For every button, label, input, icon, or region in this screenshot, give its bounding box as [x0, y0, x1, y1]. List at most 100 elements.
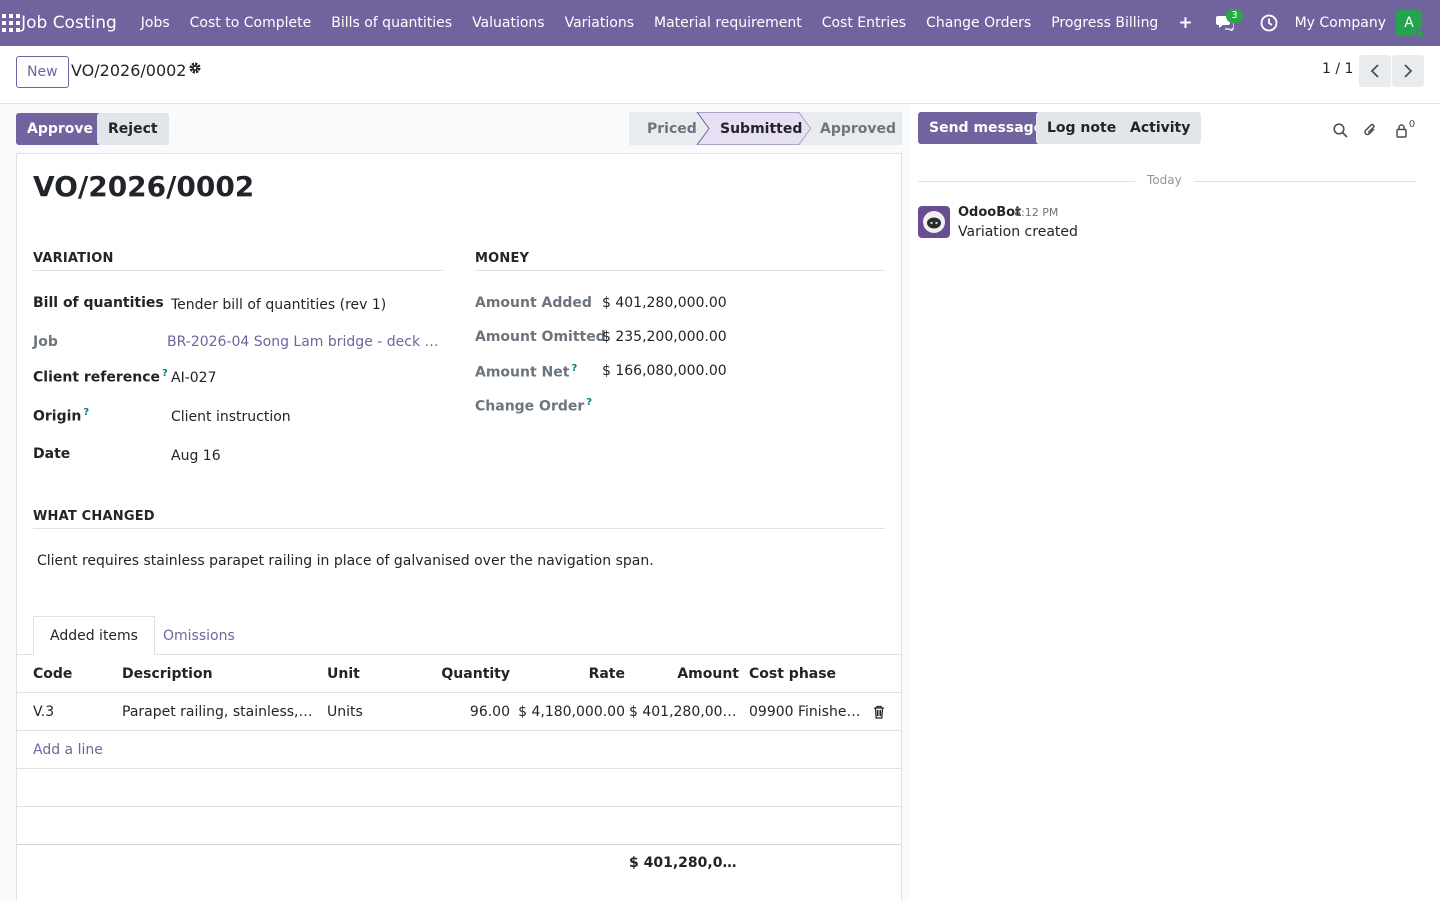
paperclip-icon[interactable] [1360, 120, 1380, 140]
menu-bills-of-quantities[interactable]: Bills of quantities [321, 15, 462, 31]
amount-net-label-text: Amount Net [475, 364, 570, 381]
money-section-header: MONEY [475, 251, 885, 271]
table-header-row: Code Description Unit Quantity Rate Amou… [17, 655, 901, 693]
help-icon[interactable]: ? [83, 407, 89, 418]
menu-progress-billing[interactable]: Progress Billing [1041, 15, 1168, 31]
company-switcher[interactable]: My Company [1291, 15, 1396, 31]
approve-button[interactable]: Approve [16, 113, 105, 145]
origin-field[interactable]: Client instruction [171, 409, 291, 425]
date-separator-label: Today [1135, 173, 1194, 187]
message-time: 8:12 PM [1014, 206, 1059, 219]
app-menu-icon[interactable] [0, 0, 21, 46]
tab-omissions[interactable]: Omissions [147, 616, 251, 655]
menu-material-requirement[interactable]: Material requirement [644, 15, 812, 31]
date-field[interactable]: Aug 16 [171, 448, 221, 464]
amount-added-value: $ 401,280,000.00 [602, 295, 727, 311]
client-reference-label-text: Client reference [33, 369, 161, 386]
help-icon[interactable]: ? [162, 368, 168, 379]
avatar-letter: A [1404, 15, 1414, 31]
variation-section-header: VARIATION [33, 251, 443, 271]
pager-value[interactable]: 1 / 1 [1322, 61, 1353, 77]
messaging-icon[interactable]: 3 [1203, 0, 1247, 46]
column-header-code[interactable]: Code [33, 655, 113, 692]
empty-row [17, 807, 901, 845]
form-sheet: VO/2026/0002 VARIATION MONEY Bill of qua… [16, 153, 902, 900]
client-reference-field[interactable]: AI-027 [171, 370, 216, 386]
stage-submitted[interactable]: Submitted [720, 112, 802, 145]
add-line-row: Add a line [17, 731, 901, 769]
online-status-dot [1415, 29, 1425, 39]
control-panel: New VO/2026/0002 1 / 1 [0, 46, 1440, 104]
menu-cost-entries[interactable]: Cost Entries [812, 15, 916, 31]
menu-jobs[interactable]: Jobs [131, 15, 180, 31]
empty-row [17, 769, 901, 807]
message-author[interactable]: OdooBot [958, 205, 1021, 220]
user-avatar[interactable]: A [1396, 10, 1425, 39]
message-body: Variation created [958, 224, 1078, 240]
activity-button[interactable]: Activity [1119, 112, 1202, 144]
record-title: VO/2026/0002 [33, 170, 255, 203]
column-header-rate[interactable]: Rate [517, 655, 625, 692]
boq-label: Bill of quantities [33, 295, 164, 311]
column-header-unit[interactable]: Unit [327, 655, 417, 692]
amount-omitted-value: $ 235,200,000.00 [602, 329, 727, 345]
table-total-row: $ 401,280,000… [17, 844, 901, 880]
gear-icon[interactable] [188, 61, 202, 79]
amount-net-label: Amount Net? [475, 363, 577, 381]
job-label: Job [33, 334, 58, 350]
what-changed-header: WHAT CHANGED [33, 509, 885, 529]
amount-added-label: Amount Added [475, 295, 592, 311]
change-order-label-text: Change Order [475, 398, 585, 415]
what-changed-text[interactable]: Client requires stainless parapet railin… [37, 553, 654, 569]
chatter-panel: Send message Log note Activity 0 Today O… [910, 104, 1440, 900]
total-amount: $ 401,280,000… [629, 855, 739, 871]
app-brand[interactable]: Job Costing [21, 13, 117, 33]
cell-quantity: 96.00 [469, 703, 510, 720]
table-row[interactable]: V.3 Parapet railing, stainless, na… Unit… [17, 693, 901, 731]
tab-added-items[interactable]: Added items [33, 616, 155, 655]
notebook-tabs: Added items Omissions [17, 616, 901, 655]
cell-code: V.3 [33, 703, 55, 720]
origin-label-text: Origin [33, 408, 82, 425]
log-note-button[interactable]: Log note [1036, 112, 1128, 144]
trash-icon[interactable] [873, 693, 887, 730]
pager-next-button[interactable] [1392, 55, 1424, 87]
job-link[interactable]: BR-2026-04 Song Lam bridge - deck and a… [167, 334, 443, 350]
breadcrumb-record-name: VO/2026/0002 [71, 61, 187, 80]
stage-approved[interactable]: Approved [820, 112, 896, 145]
top-navbar: Job Costing Jobs Cost to Complete Bills … [0, 0, 1440, 46]
pager-previous-button[interactable] [1359, 55, 1391, 87]
menu-valuations[interactable]: Valuations [462, 15, 555, 31]
change-order-label: Change Order? [475, 397, 592, 415]
cell-unit: Units [327, 703, 363, 720]
amount-net-value: $ 166,080,000.00 [602, 363, 727, 379]
send-message-button[interactable]: Send message [918, 112, 1055, 144]
boq-field[interactable]: Tender bill of quantities (rev 1) [171, 297, 386, 313]
column-header-description[interactable]: Description [122, 655, 312, 692]
column-header-amount[interactable]: Amount [629, 655, 739, 692]
client-reference-label: Client reference? [33, 368, 168, 386]
origin-label: Origin? [33, 407, 89, 425]
search-icon[interactable] [1330, 120, 1350, 140]
new-button[interactable]: New [16, 56, 69, 88]
column-header-quantity[interactable]: Quantity [427, 655, 510, 692]
odoobot-avatar[interactable] [918, 206, 950, 238]
amount-omitted-label: Amount Omitted [475, 329, 606, 345]
menu-variations[interactable]: Variations [555, 15, 644, 31]
add-line-link[interactable]: Add a line [33, 731, 233, 768]
followers-icon[interactable]: 0 [1390, 118, 1420, 140]
reject-button[interactable]: Reject [97, 113, 169, 145]
cell-description: Parapet railing, stainless, na… [122, 703, 314, 720]
menu-cost-to-complete[interactable]: Cost to Complete [180, 15, 322, 31]
menu-change-orders[interactable]: Change Orders [916, 15, 1041, 31]
messages-badge: 3 [1226, 9, 1243, 23]
cell-cost-phase: 09900 Finishes … [749, 703, 861, 720]
added-items-table: Code Description Unit Quantity Rate Amou… [17, 655, 901, 845]
help-icon[interactable]: ? [586, 397, 592, 408]
help-icon[interactable]: ? [571, 363, 577, 374]
followers-count: 0 [1408, 118, 1416, 130]
plus-icon[interactable]: + [1168, 13, 1202, 33]
stage-priced[interactable]: Priced [647, 112, 697, 145]
activity-clock-icon[interactable] [1247, 0, 1291, 46]
column-header-cost-phase[interactable]: Cost phase [749, 655, 861, 692]
